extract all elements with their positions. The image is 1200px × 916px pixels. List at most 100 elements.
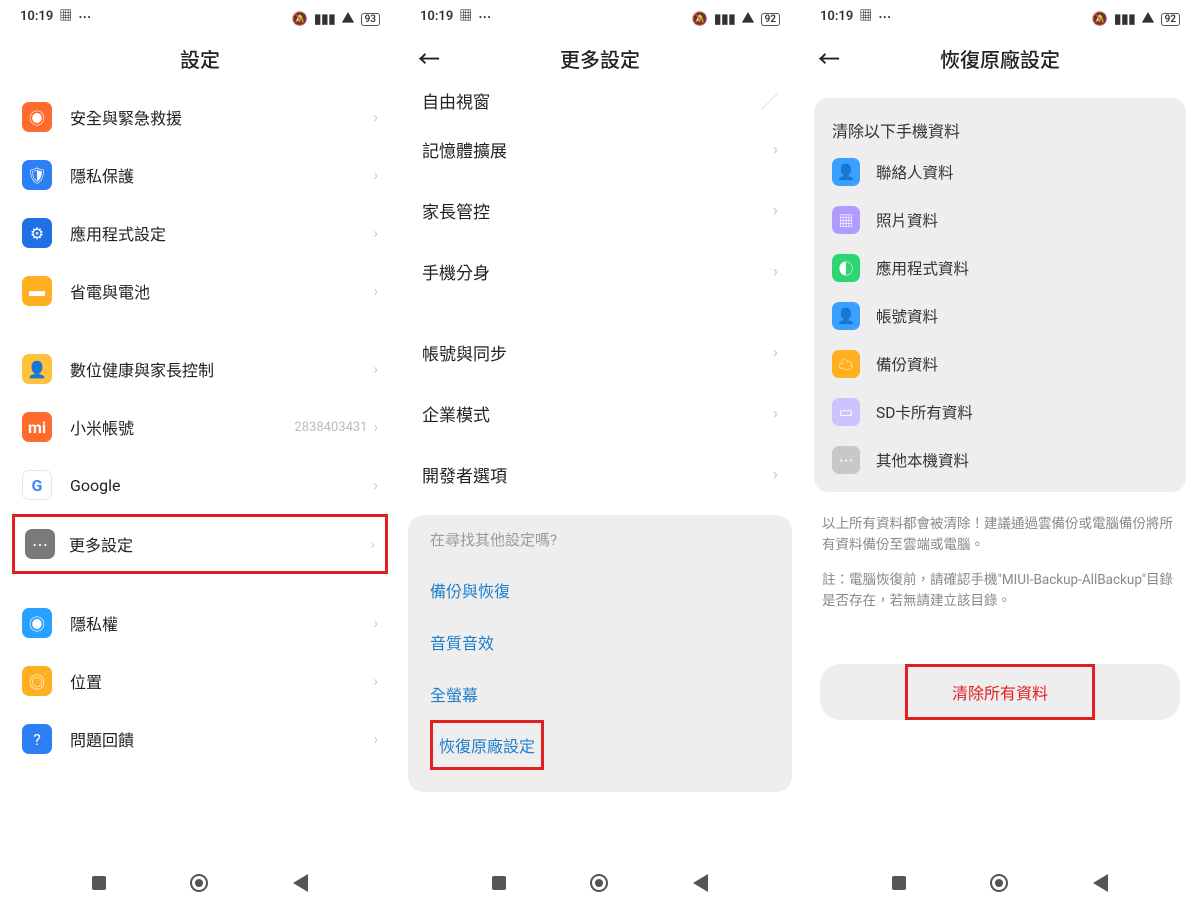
row-accounts-sync[interactable]: 帳號與同步 › xyxy=(400,322,800,383)
home-button[interactable] xyxy=(990,874,1008,892)
account-id: 2838403431 xyxy=(294,420,367,435)
wifi-icon: ▲ xyxy=(342,13,355,26)
chevron-right-icon: › xyxy=(373,166,378,184)
chevron-right-icon: › xyxy=(773,201,778,221)
link-factory-reset[interactable]: 恢復原廠設定 xyxy=(437,729,537,761)
home-button[interactable] xyxy=(590,874,608,892)
row-developer-options[interactable]: 開發者選項 › xyxy=(400,444,800,505)
chevron-right-icon: › xyxy=(773,404,778,424)
row-digital-wellbeing[interactable]: 👤 數位健康與家長控制 › xyxy=(0,340,400,398)
data-label: SD卡所有資料 xyxy=(876,401,973,423)
chevron-right-icon: › xyxy=(773,465,778,485)
row-label: 隱私保護 xyxy=(70,163,373,187)
status-bar: 10:19 ▦ 🔕 ▮▮▮ ▲ 92 xyxy=(400,0,800,28)
row-label: Google xyxy=(70,476,373,495)
page-title: 更多設定 xyxy=(560,44,640,73)
battery-icon: ▬ xyxy=(22,276,52,306)
gear-icon: ⚙ xyxy=(22,218,52,248)
contacts-icon: 👤 xyxy=(832,158,860,186)
link-backup-restore[interactable]: 備份與恢復 xyxy=(430,564,770,616)
status-time: 10:19 xyxy=(20,9,53,24)
chevron-right-icon: › xyxy=(370,535,375,553)
recents-button[interactable] xyxy=(892,876,906,890)
chevron-right-icon: › xyxy=(373,108,378,126)
chevron-right-icon: › xyxy=(373,282,378,300)
battery-icon: 92 xyxy=(1161,13,1180,26)
warning-text-1: 以上所有資料都會被清除！建議通過雲備份或電腦備份將所有資料備份至雲端或電腦。 xyxy=(800,502,1200,568)
erase-all-data-button[interactable]: 清除所有資料 xyxy=(820,664,1180,720)
ellipsis-icon: ⋯ xyxy=(832,446,860,474)
row-apps[interactable]: ⚙ 應用程式設定 › xyxy=(0,204,400,262)
data-other: ⋯ 其他本機資料 xyxy=(814,436,1186,484)
calendar-icon: ▦ xyxy=(859,10,872,23)
battery-icon: 92 xyxy=(761,13,780,26)
row-privacy-protection[interactable]: 🛡 隱私保護 › xyxy=(0,146,400,204)
back-button[interactable] xyxy=(693,874,708,892)
data-label: 備份資料 xyxy=(876,353,938,375)
link-sound-effects[interactable]: 音質音效 xyxy=(430,616,770,668)
recents-button[interactable] xyxy=(92,876,106,890)
row-memory-extension[interactable]: 記憶體擴展 › xyxy=(400,119,800,180)
back-button[interactable] xyxy=(1093,874,1108,892)
row-freeform[interactable]: 自由視窗 ╱ xyxy=(400,88,800,119)
navigation-bar xyxy=(800,860,1200,916)
chevron-right-icon: › xyxy=(773,343,778,363)
row-battery[interactable]: ▬ 省電與電池 › xyxy=(0,262,400,320)
data-accounts: 👤 帳號資料 xyxy=(814,292,1186,340)
back-button[interactable] xyxy=(293,874,308,892)
highlight-erase-button xyxy=(905,664,1095,720)
chevron-right-icon: › xyxy=(373,418,378,436)
ellipsis-icon: ⋯ xyxy=(25,529,55,559)
row-location[interactable]: ◎ 位置 › xyxy=(0,652,400,710)
row-label: 開發者選項 xyxy=(422,462,507,487)
row-enterprise-mode[interactable]: 企業模式 › xyxy=(400,383,800,444)
status-bar: 10:19 ▦ 🔕 ▮▮▮ ▲ 92 xyxy=(800,0,1200,28)
mute-icon: 🔕 xyxy=(1092,13,1108,26)
chevron-right-icon: › xyxy=(373,360,378,378)
status-bar: 10:19 ▦ 🔕 ▮▮▮ ▲ 93 xyxy=(0,0,400,28)
more-settings-screen: 10:19 ▦ 🔕 ▮▮▮ ▲ 92 ← 更多設定 自由視窗 ╱ 記憶體擴展 ›… xyxy=(400,0,800,916)
row-label: 自由視窗 xyxy=(422,88,490,113)
home-button[interactable] xyxy=(190,874,208,892)
data-label: 其他本機資料 xyxy=(876,449,969,471)
row-label: 省電與電池 xyxy=(70,279,373,303)
wifi-icon: ▲ xyxy=(1142,13,1155,26)
row-label: 帳號與同步 xyxy=(422,340,507,365)
mute-icon: 🔕 xyxy=(692,13,708,26)
row-mi-account[interactable]: mi 小米帳號 2838403431 › xyxy=(0,398,400,456)
recents-button[interactable] xyxy=(492,876,506,890)
row-safety[interactable]: ◉ 安全與緊急救援 › xyxy=(0,88,400,146)
row-google[interactable]: G Google › xyxy=(0,456,400,514)
row-more-settings[interactable]: ⋯ 更多設定 › xyxy=(12,514,388,574)
chevron-right-icon: › xyxy=(773,262,778,282)
row-feedback[interactable]: ? 問題回饋 › xyxy=(0,710,400,768)
data-contacts: 👤 聯絡人資料 xyxy=(814,148,1186,196)
erase-data-card: 清除以下手機資料 👤 聯絡人資料 ▦ 照片資料 ◐ 應用程式資料 👤 帳號資料 … xyxy=(814,98,1186,492)
more-icon xyxy=(878,7,891,26)
row-parental-controls[interactable]: 家長管控 › xyxy=(400,180,800,241)
row-label: 問題回饋 xyxy=(70,727,373,751)
chevron-right-icon: › xyxy=(373,730,378,748)
data-label: 聯絡人資料 xyxy=(876,161,954,183)
google-icon: G xyxy=(22,470,52,500)
back-arrow-icon[interactable]: ← xyxy=(418,42,440,74)
backup-icon: ☁ xyxy=(832,350,860,378)
signal-icon: ▮▮▮ xyxy=(314,13,335,26)
row-label: 安全與緊急救援 xyxy=(70,105,373,129)
data-label: 帳號資料 xyxy=(876,305,938,327)
back-arrow-icon[interactable]: ← xyxy=(818,42,840,74)
more-icon xyxy=(78,7,91,26)
row-privacy[interactable]: ◉ 隱私權 › xyxy=(0,594,400,652)
chevron-right-icon: ╱ xyxy=(761,88,778,113)
mute-icon: 🔕 xyxy=(292,13,308,26)
data-sdcard: ▭ SD卡所有資料 xyxy=(814,388,1186,436)
more-icon xyxy=(478,7,491,26)
person-icon: 👤 xyxy=(22,354,52,384)
row-label: 記憶體擴展 xyxy=(422,137,507,162)
link-fullscreen[interactable]: 全螢幕 xyxy=(430,668,770,720)
account-icon: 👤 xyxy=(832,302,860,330)
shield-icon: ◉ xyxy=(22,102,52,132)
row-second-space[interactable]: 手機分身 › xyxy=(400,241,800,302)
data-label: 應用程式資料 xyxy=(876,257,969,279)
chevron-right-icon: › xyxy=(373,224,378,242)
